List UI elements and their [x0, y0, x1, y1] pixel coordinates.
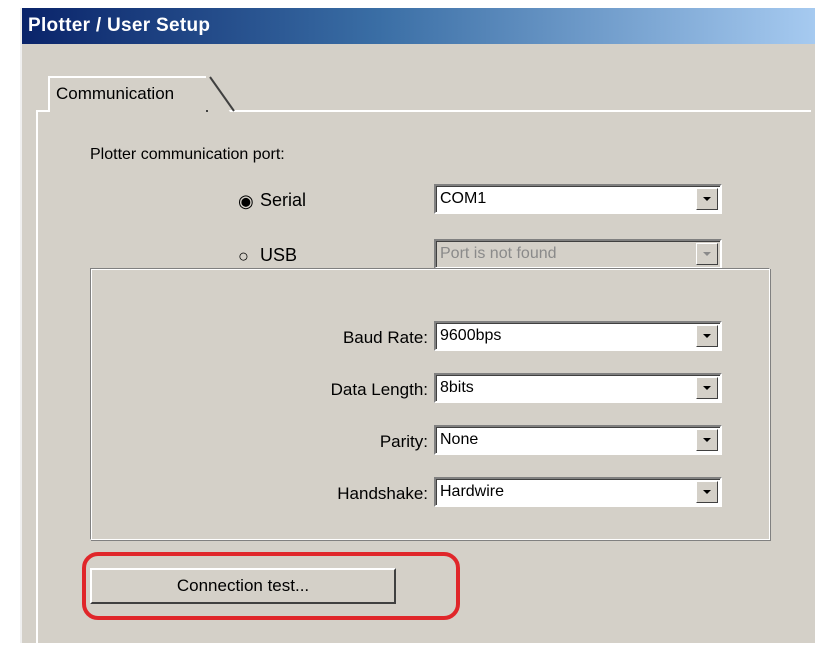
port-label: Plotter communication port:: [90, 146, 285, 163]
serial-label: Serial: [260, 190, 307, 210]
handshake-label: Handshake:: [337, 484, 428, 503]
chevron-down-icon[interactable]: [696, 481, 718, 503]
usb-port-select: Port is not found: [434, 239, 722, 269]
radio-selected-icon: ◉: [238, 190, 254, 211]
connection-test-button[interactable]: Connection test...: [90, 568, 396, 604]
data-length-label: Data Length:: [330, 380, 428, 399]
chevron-down-icon[interactable]: [696, 188, 718, 210]
baud-rate-label: Baud Rate:: [342, 328, 428, 347]
serial-port-value: COM1: [440, 190, 487, 207]
usb-label: USB: [260, 245, 298, 265]
handshake-select[interactable]: Hardwire: [434, 477, 722, 507]
usb-radio[interactable]: ○ USB: [238, 245, 297, 266]
data-length-value: 8bits: [440, 379, 474, 396]
chevron-down-icon[interactable]: [696, 325, 718, 347]
serial-port-select[interactable]: COM1: [434, 184, 722, 214]
radio-unselected-icon: ○: [238, 245, 249, 266]
parity-value: None: [440, 431, 479, 448]
tab-communication[interactable]: Communication: [48, 76, 230, 112]
baud-rate-select[interactable]: 9600bps: [434, 321, 722, 351]
usb-port-value: Port is not found: [440, 245, 557, 262]
chevron-down-icon[interactable]: [696, 429, 718, 451]
data-length-select[interactable]: 8bits: [434, 373, 722, 403]
window-title: Plotter / User Setup: [22, 8, 815, 44]
parity-label: Parity:: [379, 432, 428, 451]
parity-select[interactable]: None: [434, 425, 722, 455]
chevron-down-icon[interactable]: [696, 377, 718, 399]
handshake-value: Hardwire: [440, 483, 505, 500]
tab-corner: [206, 76, 235, 112]
baud-rate-value: 9600bps: [440, 327, 502, 344]
chevron-down-icon: [696, 243, 718, 265]
serial-radio[interactable]: ◉ Serial: [238, 190, 306, 211]
